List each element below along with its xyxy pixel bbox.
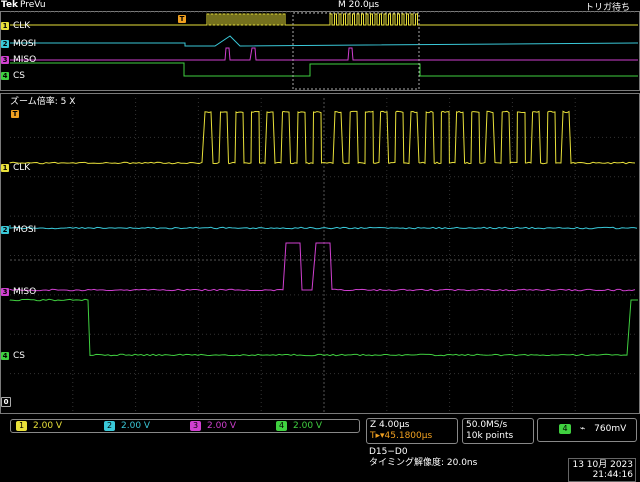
- ch3-waveform-overview: [10, 48, 638, 60]
- ch4-label-overview: CS: [13, 71, 25, 81]
- ch4-marker-overview[interactable]: 4: [1, 72, 9, 80]
- ch3-waveform-zoom: [10, 243, 635, 291]
- ch1-waveform-overview: [10, 14, 638, 25]
- ch2-marker-overview[interactable]: 2: [1, 40, 9, 48]
- ch1-label-zoom: CLK: [13, 163, 30, 173]
- record-length: 10k points: [466, 431, 530, 442]
- acquisition-readout[interactable]: 50.0MS/s 10k points: [462, 418, 534, 444]
- ch4-label-zoom: CS: [13, 351, 25, 361]
- ch4-scale-value: 2.00 V: [293, 421, 322, 431]
- ch1-label-overview: CLK: [13, 21, 30, 31]
- trigger-marker-overview[interactable]: T: [178, 15, 186, 23]
- trigger-readout[interactable]: 4 ⌁ 760mV: [537, 418, 637, 442]
- bus-name: D15−D0: [369, 447, 559, 458]
- falling-edge-icon: ⌁: [580, 424, 585, 434]
- horizontal-readout[interactable]: Z 4.00μs T▸▾45.1800μs: [366, 418, 458, 444]
- ch4-scale[interactable]: 4 2.00 V: [272, 420, 356, 432]
- ch3-scale[interactable]: 3 2.00 V: [186, 420, 270, 432]
- reference-marker[interactable]: 0: [1, 397, 11, 407]
- ch3-label-zoom: MISO: [13, 287, 36, 297]
- ch3-badge: 3: [190, 421, 201, 431]
- ch1-scale-value: 2.00 V: [33, 421, 62, 431]
- ch2-waveform-overview: [10, 36, 638, 46]
- ch2-scale[interactable]: 2 2.00 V: [100, 420, 184, 432]
- ch1-marker-zoom[interactable]: 1: [1, 164, 9, 172]
- zoom-window-bracket[interactable]: [293, 13, 419, 89]
- sample-rate: 50.0MS/s: [466, 420, 530, 431]
- ch1-scale[interactable]: 1 2.00 V: [12, 420, 96, 432]
- ch3-scale-value: 2.00 V: [207, 421, 236, 431]
- zoom-scale: Z 4.00μs: [370, 420, 454, 431]
- ch2-badge: 2: [104, 421, 115, 431]
- trigger-marker-zoom[interactable]: T: [11, 110, 19, 118]
- ch4-badge: 4: [276, 421, 287, 431]
- ch3-label-overview: MISO: [13, 55, 36, 65]
- trigger-level: 760mV: [594, 424, 626, 434]
- ch2-scale-value: 2.00 V: [121, 421, 150, 431]
- ch1-marker-overview[interactable]: 1: [1, 22, 9, 30]
- trigger-position: T▸▾45.1800μs: [370, 431, 454, 442]
- bus-readout[interactable]: D15−D0 タイミング解像度: 20.0ns: [366, 446, 562, 470]
- date-time: 13 10月 2023 21:44:16: [568, 458, 636, 482]
- ch3-marker-overview[interactable]: 3: [1, 56, 9, 64]
- waveform-display: [0, 0, 640, 416]
- timing-resolution: タイミング解像度: 20.0ns: [369, 458, 559, 469]
- ch2-label-zoom: MOSI: [13, 225, 36, 235]
- ch4-marker-zoom[interactable]: 4: [1, 352, 9, 360]
- ch2-marker-zoom[interactable]: 2: [1, 226, 9, 234]
- ch4-waveform-overview: [10, 63, 638, 76]
- time: 21:44:16: [571, 470, 633, 480]
- date: 13 10月 2023: [571, 460, 633, 470]
- ch2-label-overview: MOSI: [13, 39, 36, 49]
- ch1-badge: 1: [16, 421, 27, 431]
- ch3-marker-zoom[interactable]: 3: [1, 288, 9, 296]
- trigger-channel-badge: 4: [559, 424, 571, 434]
